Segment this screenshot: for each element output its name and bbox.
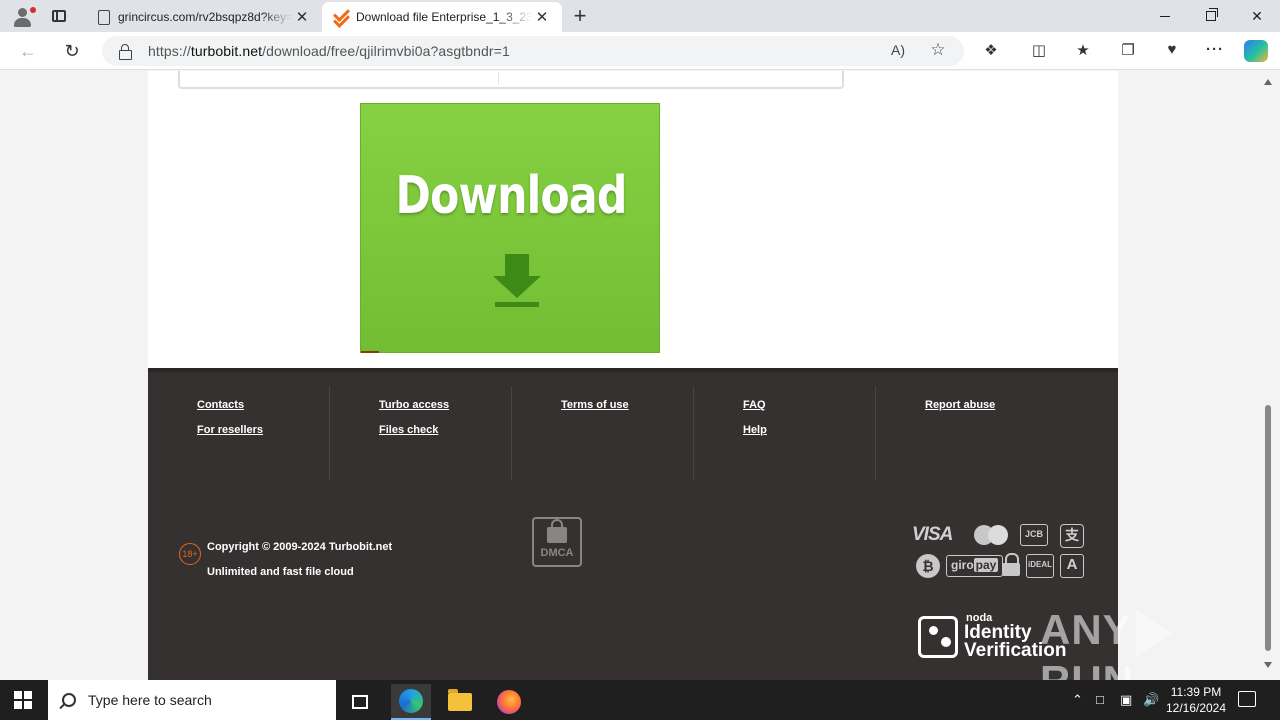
banner-corner-mark xyxy=(361,351,379,353)
tab-strip: grincircus.com/rv2bsqpz8d?key= ✕ Downloa… xyxy=(0,0,1280,32)
page-icon xyxy=(98,9,110,25)
read-aloud-icon[interactable]: A) xyxy=(888,42,908,60)
taskbar-search-box[interactable]: Type here to search xyxy=(48,680,336,720)
footer-link-help[interactable]: Help xyxy=(743,425,875,436)
search-icon xyxy=(62,693,76,707)
secure-lock-icon xyxy=(1002,553,1020,577)
favorite-star-icon[interactable]: ☆ xyxy=(928,40,948,59)
tagline-text: Unlimited and fast file cloud xyxy=(207,566,354,578)
address-bar[interactable]: https://turbobit.net/download/free/qjilr… xyxy=(102,36,964,66)
new-tab-button[interactable]: + xyxy=(568,3,592,28)
tray-chevron-icon[interactable]: ⌃ xyxy=(1072,692,1083,708)
file-explorer-icon[interactable] xyxy=(440,684,480,720)
bitcoin-icon: ₿ xyxy=(916,554,940,578)
volume-icon[interactable]: 🔊 xyxy=(1143,692,1159,708)
copilot-icon[interactable] xyxy=(1244,40,1268,62)
giropay-icon: giro pay xyxy=(946,555,1004,577)
windows-start-icon[interactable] xyxy=(14,691,32,709)
restore-button[interactable] xyxy=(1188,0,1234,32)
download-banner-button[interactable]: Download xyxy=(360,103,660,353)
footer-link-files-check[interactable]: Files check xyxy=(379,425,511,436)
browser-toolbar: ← ↻ https://turbobit.net/download/free/q… xyxy=(0,32,1280,70)
minimize-icon xyxy=(1160,15,1170,17)
tab-actions-icon[interactable] xyxy=(48,6,70,26)
windows-taskbar: Type here to search ⌃ □ ▣ 🔊 11:39 PM 12/… xyxy=(0,680,1280,720)
collections-icon[interactable]: ❐ xyxy=(1117,41,1139,61)
footer-link-report-abuse[interactable]: Report abuse xyxy=(925,400,1058,411)
favorites-icon[interactable]: ★ xyxy=(1072,41,1094,61)
page-content: Download Contacts For resellers Turbo ac… xyxy=(148,71,1118,680)
mastercard-icon xyxy=(974,525,1008,545)
anyrun-watermark: ANYRUN xyxy=(1040,606,1240,704)
footer-link-contacts[interactable]: Contacts xyxy=(197,400,329,411)
download-banner-text: Download xyxy=(395,166,627,226)
dmca-badge[interactable]: DMCA xyxy=(532,517,582,567)
edge-taskbar-icon[interactable] xyxy=(391,684,431,720)
close-tab-icon[interactable]: ✕ xyxy=(292,8,312,26)
noda-logo-icon xyxy=(918,616,958,658)
a-payment-icon: A xyxy=(1060,554,1084,578)
copyright-text: Copyright © 2009-2024 Turbobit.net xyxy=(207,541,393,553)
turbobit-icon xyxy=(332,9,348,25)
extensions-icon[interactable]: ❖ xyxy=(980,41,1002,61)
copyright-block: Copyright © 2009-2024 Turbobit.net Unlim… xyxy=(207,535,392,585)
footer-link-terms-of-use[interactable]: Terms of use xyxy=(561,400,693,411)
lock-icon[interactable] xyxy=(118,44,132,60)
scrollbar-thumb[interactable] xyxy=(1265,405,1271,651)
taskbar-clock[interactable]: 11:39 PM 12/16/2024 xyxy=(1164,684,1228,716)
site-footer: Contacts For resellers Turbo access File… xyxy=(148,368,1118,680)
url-text[interactable]: https://turbobit.net/download/free/qjilr… xyxy=(148,43,510,59)
download-arrow-icon xyxy=(493,254,541,310)
ideal-icon: iDEAL xyxy=(1026,554,1054,578)
task-view-icon[interactable] xyxy=(340,684,380,720)
card-divider xyxy=(498,71,499,85)
footer-column: FAQ Help xyxy=(694,386,876,480)
tab-turbobit-download[interactable]: Download file Enterprise_1_3_237 ✕ xyxy=(322,2,562,32)
footer-link-for-resellers[interactable]: For resellers xyxy=(197,425,329,436)
play-icon xyxy=(1135,608,1172,657)
scroll-down-icon[interactable] xyxy=(1264,662,1272,668)
reload-button[interactable]: ↻ xyxy=(58,38,86,64)
settings-more-icon[interactable]: ··· xyxy=(1204,41,1226,61)
tray-device-icon[interactable]: □ xyxy=(1096,692,1104,708)
close-tab-icon[interactable]: ✕ xyxy=(532,8,552,26)
footer-column: Terms of use xyxy=(512,386,694,480)
age-18-badge: 18+ xyxy=(179,543,201,565)
alipay-icon: 支 xyxy=(1060,524,1084,548)
browser-essentials-icon[interactable]: ♥ xyxy=(1161,41,1183,61)
web-viewport: Download Contacts For resellers Turbo ac… xyxy=(0,71,1280,680)
tab-grincircus[interactable]: grincircus.com/rv2bsqpz8d?key= ✕ xyxy=(86,2,322,32)
visa-icon: VISA xyxy=(912,524,953,545)
network-icon[interactable]: ▣ xyxy=(1120,692,1132,708)
payment-methods: VISA JCB 支 ₿ giro pay iDEAL A xyxy=(912,522,1088,582)
split-screen-icon[interactable]: ◫ xyxy=(1028,41,1050,61)
minimize-button[interactable] xyxy=(1142,0,1188,32)
file-info-card xyxy=(178,71,844,89)
scroll-up-icon[interactable] xyxy=(1264,79,1272,85)
footer-column: Report abuse xyxy=(876,386,1058,480)
back-button[interactable]: ← xyxy=(14,38,42,64)
jcb-icon: JCB xyxy=(1020,524,1048,546)
footer-link-faq[interactable]: FAQ xyxy=(743,400,875,411)
notification-icon[interactable] xyxy=(1238,691,1256,707)
restore-icon xyxy=(1206,8,1218,21)
footer-link-turbo-access[interactable]: Turbo access xyxy=(379,400,511,411)
tab-title: Download file Enterprise_1_3_237 xyxy=(356,10,532,24)
vertical-scrollbar[interactable] xyxy=(1262,71,1274,680)
footer-column: Turbo access Files check xyxy=(330,386,512,480)
search-placeholder: Type here to search xyxy=(88,692,212,708)
close-window-button[interactable]: ✕ xyxy=(1234,0,1280,32)
footer-column: Contacts For resellers xyxy=(148,386,330,480)
firefox-icon[interactable] xyxy=(489,684,529,720)
tab-title: grincircus.com/rv2bsqpz8d?key= xyxy=(118,10,292,24)
profile-avatar-icon[interactable] xyxy=(8,4,36,28)
